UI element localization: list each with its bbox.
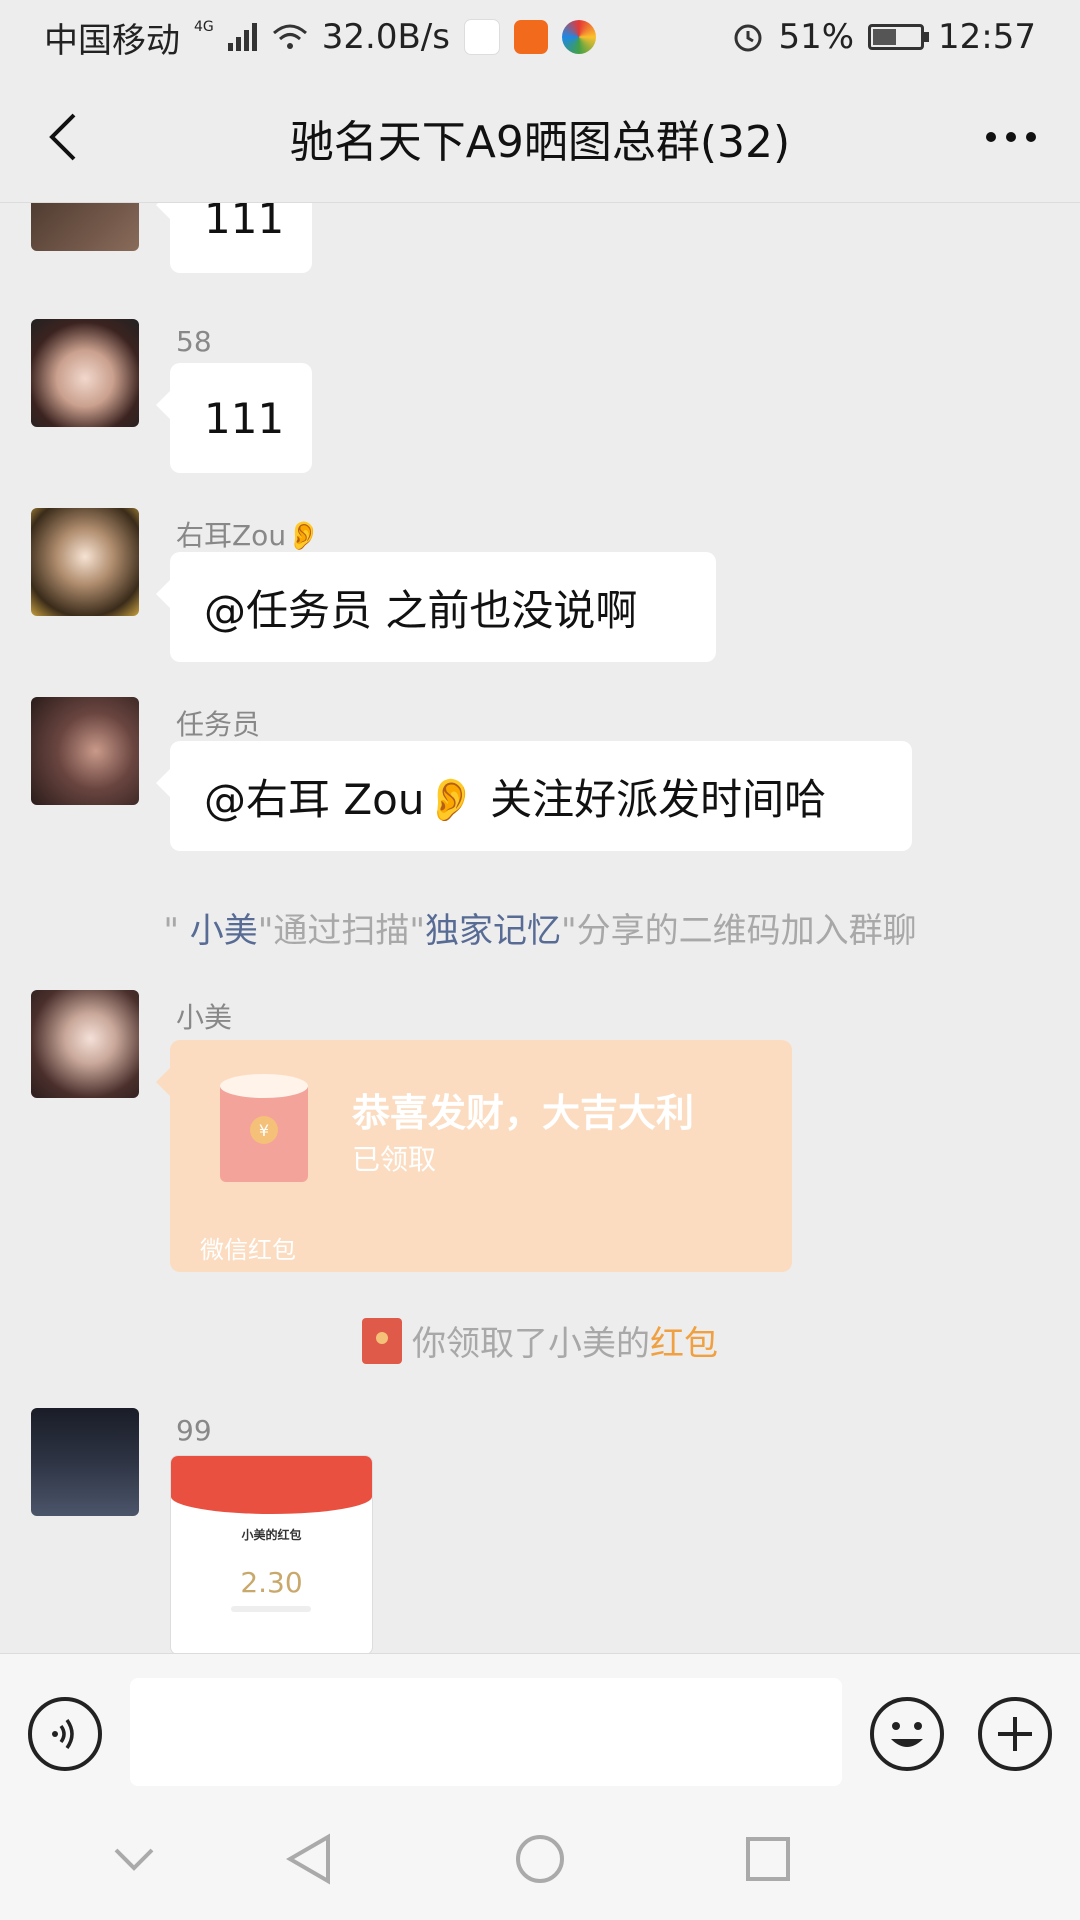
message-text: @任务员 之前也没说啊	[204, 585, 638, 635]
more-options-button[interactable]	[978, 1697, 1052, 1771]
notice-text: "	[163, 911, 190, 951]
red-packet-link[interactable]: 红包	[650, 1324, 718, 1364]
message-bubble[interactable]: 111	[156, 203, 312, 273]
kuaishou-icon	[513, 20, 548, 54]
notice-text: "通过扫描"	[257, 911, 426, 951]
smiley-icon	[891, 1722, 923, 1747]
system-join-notice: " 小美"通过扫描"独家记忆"分享的二维码加入群聊	[0, 903, 1080, 952]
more-dots-icon	[986, 132, 1036, 142]
clock: 12:57	[938, 17, 1036, 57]
status-bar: 中国移动 4G 32.0B/s 51% 12:57	[0, 0, 1080, 74]
chat-message-list[interactable]: 111 58 111 右耳Zou👂 @任务员 之前也没说啊 任务员 @右耳 Zo…	[0, 203, 1080, 1653]
notice-text: 你领取了小美的	[412, 1324, 650, 1364]
avatar[interactable]	[31, 319, 139, 427]
image-thumbnail[interactable]: 小美的红包 2.30	[170, 1455, 373, 1653]
baidu-map-icon	[463, 19, 500, 55]
message-bubble[interactable]: @任务员 之前也没说啊	[156, 552, 716, 662]
battery-percent: 51%	[778, 17, 855, 57]
avatar[interactable]	[31, 203, 139, 251]
emoji-button[interactable]	[870, 1697, 944, 1771]
input-bar	[0, 1653, 1080, 1800]
signal-icon	[227, 23, 257, 51]
message-text: @右耳 Zou👂 关注好派发时间哈	[204, 774, 827, 824]
avatar[interactable]	[31, 1408, 139, 1516]
battery-icon	[868, 24, 930, 50]
red-packet-status: 已领取	[352, 1143, 437, 1176]
sender-name: 任务员	[176, 708, 261, 741]
nav-recents-button[interactable]	[738, 1829, 798, 1889]
voice-icon	[52, 1718, 74, 1750]
sender-name: 右耳Zou👂	[176, 519, 321, 552]
network-speed: 32.0B/s	[321, 17, 450, 57]
message-text: 111	[204, 203, 285, 243]
avatar[interactable]	[31, 508, 139, 616]
circle-home-icon	[516, 1835, 564, 1883]
red-envelope-small-icon	[362, 1317, 402, 1364]
chevron-left-icon	[49, 113, 76, 161]
nav-home-button[interactable]	[510, 1829, 570, 1889]
more-button[interactable]	[976, 104, 1046, 170]
sender-name: 99	[176, 1414, 212, 1447]
red-packet-card[interactable]: ¥ 恭喜发财，大吉大利 已领取 微信红包	[156, 1040, 792, 1272]
red-packet-title: 恭喜发财，大吉大利	[352, 1091, 695, 1135]
system-redpack-notice: 你领取了小美的红包	[0, 1316, 1080, 1365]
message-input[interactable]	[130, 1678, 842, 1786]
network-type: 4G	[194, 19, 214, 35]
chat-header: 驰名天下A9晒图总群(32)	[0, 74, 1080, 203]
voice-button[interactable]	[28, 1697, 102, 1771]
square-recents-icon	[746, 1837, 790, 1881]
system-nav-bar	[0, 1799, 1080, 1920]
back-button[interactable]	[30, 104, 96, 170]
red-envelope-icon: ¥	[220, 1074, 308, 1182]
message-bubble[interactable]: 111	[156, 363, 312, 473]
chat-title: 驰名天下A9晒图总群(32)	[289, 117, 791, 168]
carrier-label: 中国移动	[44, 20, 180, 61]
thumbnail-header	[171, 1456, 372, 1514]
notice-text: "分享的二维码加入群聊	[561, 911, 917, 951]
sender-name: 58	[176, 325, 212, 358]
user-link[interactable]: 小美	[190, 911, 258, 951]
message-bubble[interactable]: @右耳 Zou👂 关注好派发时间哈	[156, 741, 912, 851]
plus-icon	[998, 1717, 1032, 1751]
svg-text:¥: ¥	[259, 1121, 269, 1140]
avatar[interactable]	[31, 697, 139, 805]
sharer-link[interactable]: 独家记忆	[425, 911, 561, 951]
alarm-icon	[734, 24, 762, 52]
nav-collapse-button[interactable]	[104, 1829, 164, 1889]
thumbnail-divider	[231, 1606, 311, 1612]
wifi-icon	[272, 24, 307, 49]
message-text: 111	[204, 393, 285, 443]
red-packet-footer: 微信红包	[200, 1236, 296, 1264]
chevron-down-icon	[114, 1848, 154, 1871]
thumbnail-title: 小美的红包	[241, 1528, 302, 1542]
nav-back-button[interactable]	[278, 1829, 338, 1889]
triangle-back-icon	[286, 1833, 330, 1885]
thumbnail-amount: 2.30	[240, 1566, 303, 1599]
sender-name: 小美	[176, 1001, 233, 1034]
colorful-app-icon	[561, 20, 596, 54]
avatar[interactable]	[31, 990, 139, 1098]
